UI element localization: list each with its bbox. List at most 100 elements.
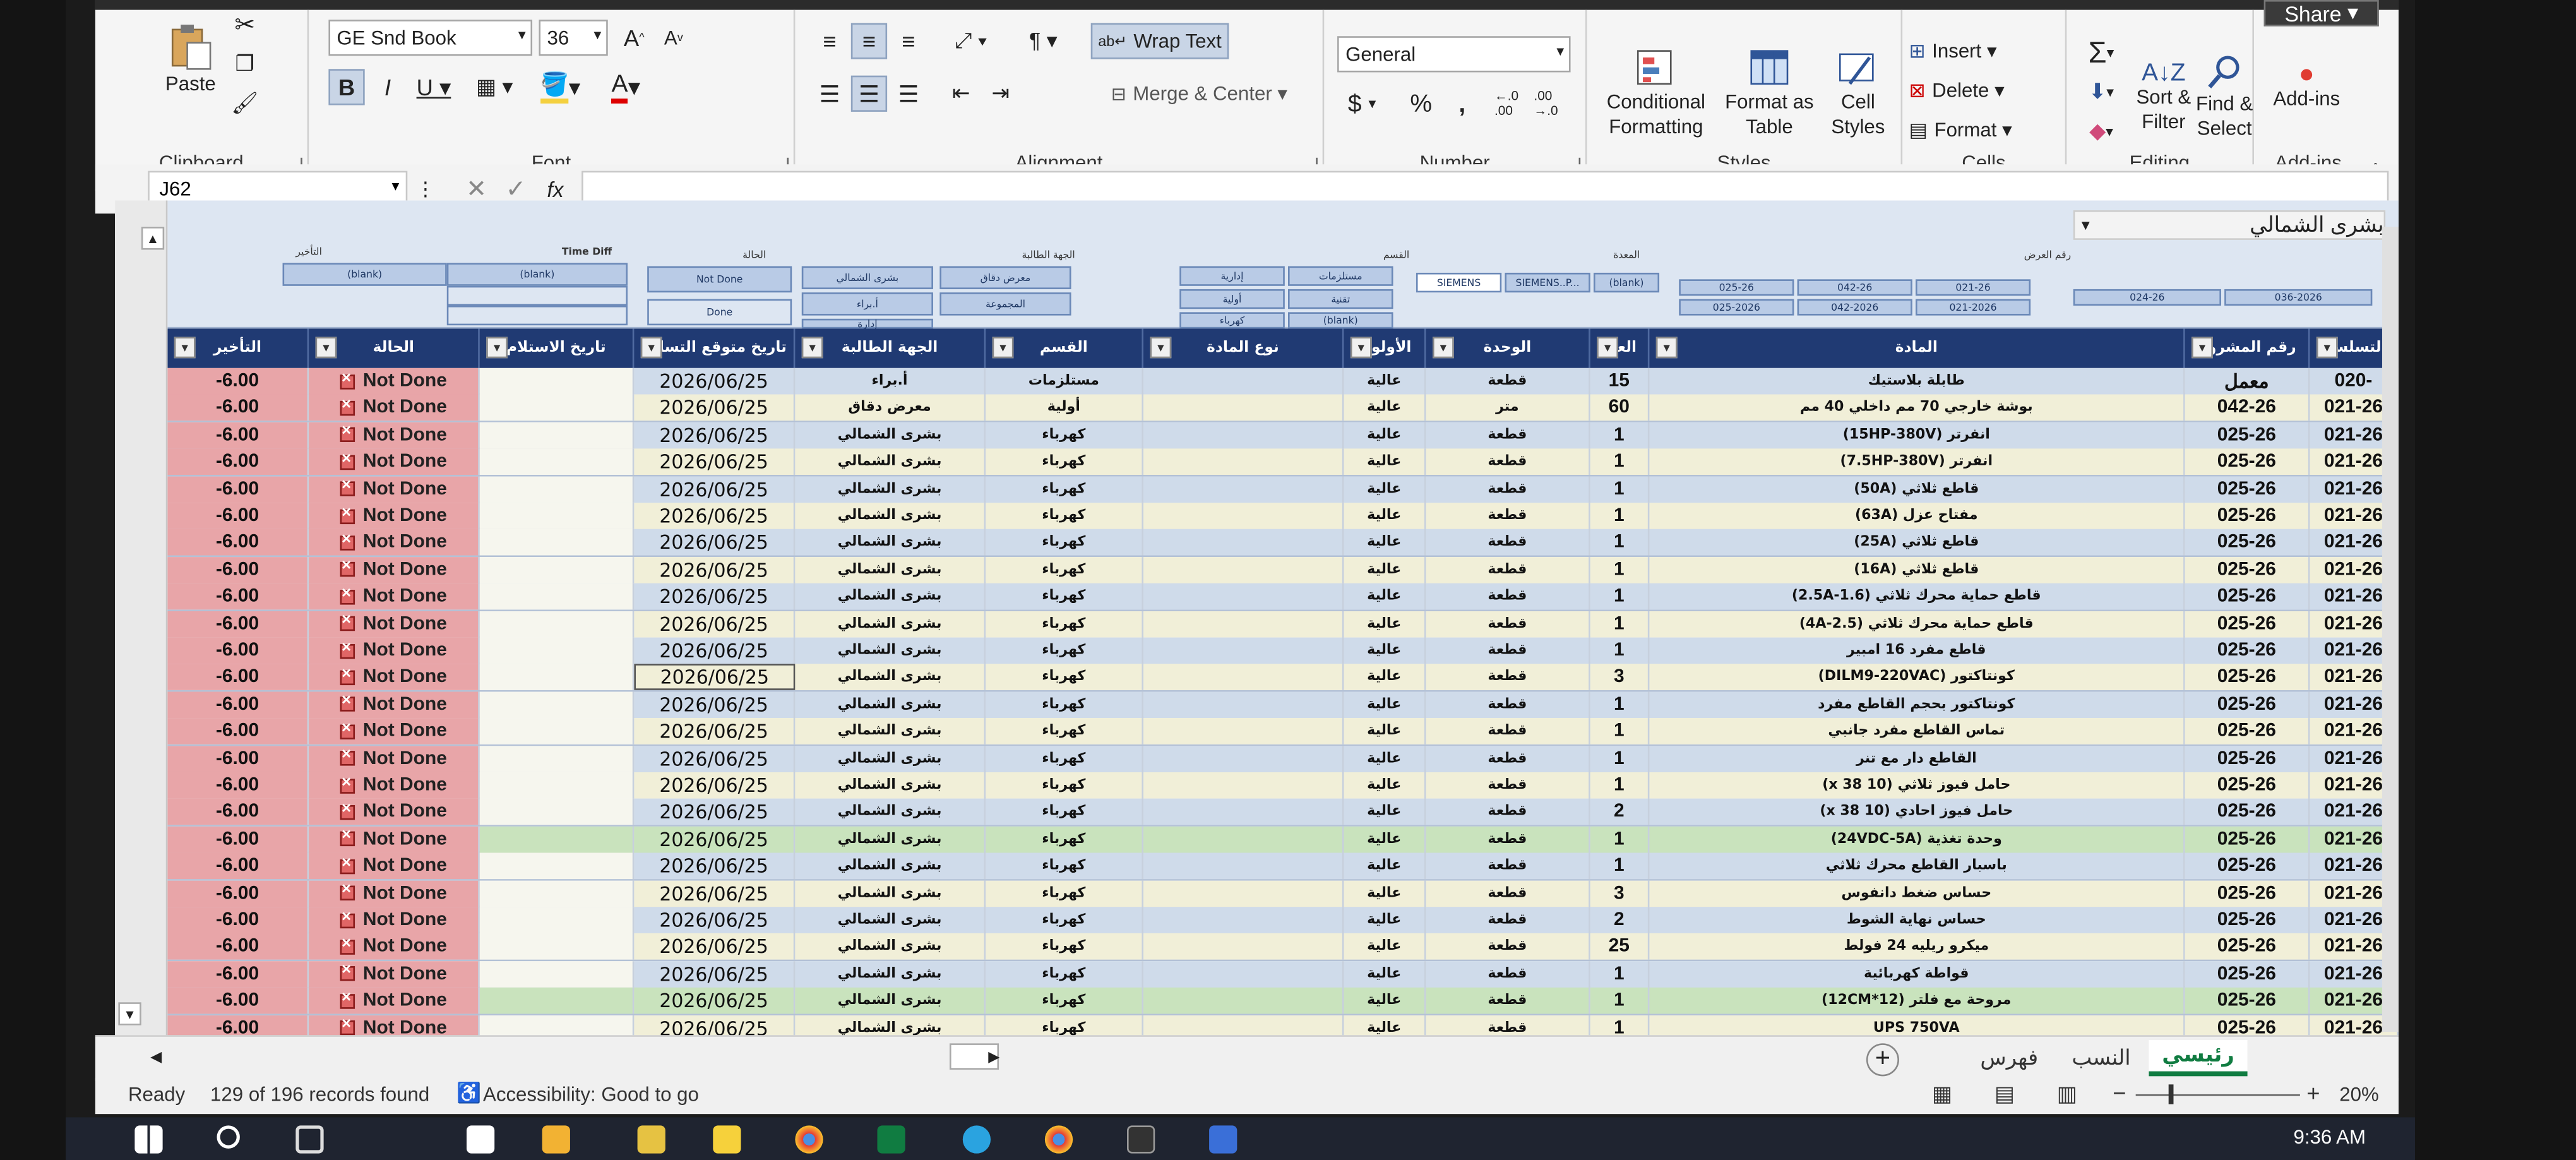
slicer-status-notdone[interactable]: Not Done xyxy=(647,266,792,293)
notes-icon[interactable] xyxy=(713,1125,741,1154)
cell-delay[interactable]: -6.00 xyxy=(167,745,309,772)
cell-type[interactable] xyxy=(1143,610,1344,637)
cell-type[interactable] xyxy=(1143,637,1344,664)
cell-type[interactable] xyxy=(1143,907,1344,933)
cell-status[interactable]: Not Done xyxy=(309,718,480,745)
cell-status[interactable]: Not Done xyxy=(309,610,480,637)
cut-icon[interactable]: ✂ xyxy=(227,10,263,39)
cell-status[interactable]: Not Done xyxy=(309,772,480,799)
slicer-offer-item-6[interactable]: 024-26 xyxy=(2073,289,2221,306)
decrease-font-icon[interactable]: Av xyxy=(657,20,690,56)
cell-unit[interactable]: متر xyxy=(1426,395,1590,422)
slicer-requester-item-1[interactable]: معرض دقاق xyxy=(939,266,1071,289)
table-row[interactable]: -6.00 Not Done 2026/06/25بشرى الشماليكهربا… xyxy=(167,745,2399,772)
tab-main[interactable]: رئيسي xyxy=(2149,1040,2248,1077)
cell-unit[interactable]: قطعة xyxy=(1426,475,1590,503)
normal-view-icon[interactable]: ▦ xyxy=(1932,1081,1952,1108)
cell-type[interactable] xyxy=(1143,664,1344,691)
cell-proj[interactable]: 025-26 xyxy=(2185,664,2310,691)
borders-icon[interactable]: ▦ ▾ xyxy=(470,69,519,105)
filter-dropdown-recv-icon[interactable]: ▾ xyxy=(486,337,508,359)
cell-qty[interactable]: 1 xyxy=(1590,637,1650,664)
cell-delay[interactable]: -6.00 xyxy=(167,610,309,637)
cell-unit[interactable]: قطعة xyxy=(1426,745,1590,772)
table-row[interactable]: -6.00 Not Done 2026/06/25بشرى الشماليكهربا… xyxy=(167,475,2399,503)
cell-recv[interactable] xyxy=(479,907,635,933)
cell-qty[interactable]: 1 xyxy=(1590,422,1650,448)
filter-dropdown-prio-icon[interactable]: ▾ xyxy=(1350,337,1372,359)
cell-date[interactable]: 2026/06/25 xyxy=(634,556,796,583)
search-taskbar-icon[interactable] xyxy=(217,1125,240,1149)
cell-recv[interactable] xyxy=(479,583,635,610)
cell-type[interactable] xyxy=(1143,503,1344,529)
cell-proj[interactable]: 025-26 xyxy=(2185,448,2310,475)
slicer-item-1[interactable]: SIEMENS..P... xyxy=(1505,272,1590,293)
cell-prio[interactable]: عالية xyxy=(1344,395,1426,422)
cell-proj[interactable]: 025-26 xyxy=(2185,691,2310,718)
wrap-text-button[interactable]: ab↵ Wrap Text xyxy=(1090,23,1229,59)
cell-unit[interactable]: قطعة xyxy=(1426,880,1590,907)
cell-qty[interactable]: 1 xyxy=(1590,610,1650,637)
cell-status[interactable]: Not Done xyxy=(309,475,480,503)
number-format-dropdown[interactable]: General ▾ xyxy=(1337,36,1571,73)
align-center-icon[interactable]: ☰ xyxy=(850,75,888,112)
cell-qty[interactable]: 1 xyxy=(1590,448,1650,475)
cell-dept[interactable]: كهرباء xyxy=(986,503,1144,529)
cell-item[interactable]: قواطة كهربائية xyxy=(1649,960,2185,988)
top-align-icon[interactable]: ≡ xyxy=(811,23,847,59)
slicer-timediff-item[interactable]: (blank) xyxy=(446,263,628,286)
cell-type[interactable] xyxy=(1143,422,1344,448)
cell-qty[interactable]: 1 xyxy=(1590,745,1650,772)
autosum-icon[interactable]: Σ ▾ xyxy=(2073,35,2129,69)
cell-dept[interactable]: كهرباء xyxy=(986,637,1144,664)
format-as-table-button[interactable]: Format as Table xyxy=(1722,33,1817,155)
cell-prio[interactable]: عالية xyxy=(1344,368,1426,395)
cell-prio[interactable]: عالية xyxy=(1344,475,1426,503)
cell-proj[interactable]: 025-26 xyxy=(2185,852,2310,880)
fill-color-icon[interactable]: 🪣 ▾ xyxy=(532,69,588,105)
cell-req[interactable]: معرض دقاق xyxy=(795,395,986,422)
cell-qty[interactable]: 1 xyxy=(1590,475,1650,503)
cell-unit[interactable]: قطعة xyxy=(1426,556,1590,583)
table-row[interactable]: -6.00 Not Done 2026/06/25معرض دقاقأولية عال… xyxy=(167,395,2399,422)
cell-req[interactable]: بشرى الشمالي xyxy=(795,960,986,988)
slicer-offer-item-5[interactable]: 021-2026 xyxy=(1915,299,2031,316)
cell-dept[interactable]: كهرباء xyxy=(986,610,1144,637)
tab-index[interactable]: فهرس xyxy=(1968,1040,2050,1076)
align-left-icon[interactable]: ☰ xyxy=(811,76,847,112)
cell-unit[interactable]: قطعة xyxy=(1426,691,1590,718)
clock[interactable]: 9:36 AM xyxy=(2293,1125,2366,1148)
table-row[interactable]: -6.00 Not Done 2026/06/25بشرى الشماليكهربا… xyxy=(167,448,2399,476)
cell-item[interactable]: مروحة مع فلتر (12*12CM) xyxy=(1649,988,2185,1014)
cell-date[interactable]: 2026/06/25 xyxy=(634,772,796,799)
windows-start-icon[interactable] xyxy=(134,1125,163,1154)
cell-item[interactable]: كونتاكتور بحجم القاطع مفرد xyxy=(1649,691,2185,718)
cell-recv[interactable] xyxy=(479,960,635,988)
insert-function-icon[interactable]: fx xyxy=(539,174,571,204)
cell-dept[interactable]: كهرباء xyxy=(986,583,1144,610)
cell-req[interactable]: بشرى الشمالي xyxy=(795,691,986,718)
cell-unit[interactable]: قطعة xyxy=(1426,907,1590,933)
cell-proj[interactable]: 025-26 xyxy=(2185,799,2310,826)
cell-req[interactable]: بشرى الشمالي xyxy=(795,422,986,448)
cell-type[interactable] xyxy=(1143,988,1344,1014)
cell-item[interactable]: قاطع حماية محرك ثلاثي (2.5-4A) xyxy=(1649,610,2185,637)
cell-dept[interactable]: كهرباء xyxy=(986,988,1144,1014)
cell-type[interactable] xyxy=(1143,852,1344,880)
telegram-icon[interactable] xyxy=(962,1125,991,1154)
cell-unit[interactable]: قطعة xyxy=(1426,448,1590,475)
cell-prio[interactable]: عالية xyxy=(1344,960,1426,988)
font-size-dropdown[interactable]: 36 ▾ xyxy=(539,20,608,56)
orientation-icon[interactable]: ⤢ ▾ xyxy=(943,23,999,59)
cell-date[interactable]: 2026/06/25 xyxy=(634,637,796,664)
cell-delay[interactable]: -6.00 xyxy=(167,826,309,852)
cell-recv[interactable] xyxy=(479,448,635,475)
cell-delay[interactable]: -6.00 xyxy=(167,395,309,422)
cell-status[interactable]: Not Done xyxy=(309,422,480,448)
slicer-delay-item[interactable]: (blank) xyxy=(282,263,447,286)
cell-item[interactable]: قاطع مفرد 16 امبير xyxy=(1649,637,2185,664)
tab-ratios[interactable]: النسب xyxy=(2060,1040,2142,1076)
cell-delay[interactable]: -6.00 xyxy=(167,852,309,880)
table-row[interactable]: -6.00 Not Done 2026/06/25بشرى الشماليكهربا… xyxy=(167,556,2399,584)
italic-button[interactable]: I xyxy=(371,69,404,105)
